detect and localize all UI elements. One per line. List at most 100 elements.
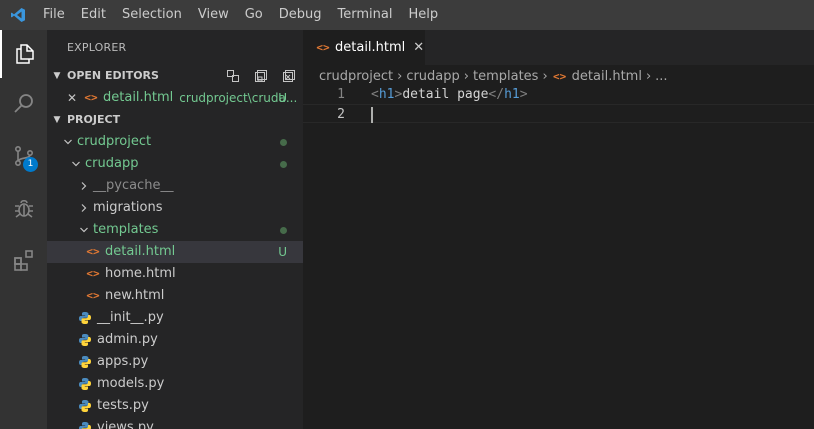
editor-tab-bar: <> detail.html ✕	[303, 30, 814, 65]
html-file-icon: <>	[86, 289, 100, 302]
menu-view[interactable]: View	[190, 0, 237, 30]
debug-icon[interactable]	[0, 184, 47, 232]
tree-file[interactable]: <> new.html	[47, 285, 303, 307]
project-label: PROJECT	[67, 113, 121, 126]
tree-item-label: new.html	[105, 288, 165, 303]
tree-file[interactable]: <> home.html	[47, 263, 303, 285]
tree-folder[interactable]: crudproject	[47, 131, 303, 153]
project-header[interactable]: ▼ PROJECT	[47, 109, 303, 131]
breadcrumb-item[interactable]: crudproject	[319, 69, 393, 84]
breadcrumb-item[interactable]: ...	[655, 69, 667, 84]
tree-file[interactable]: admin.py	[47, 329, 303, 351]
activity-bar: 1	[0, 30, 47, 429]
tree-item-label: views.py	[97, 420, 154, 429]
git-modified-dot	[280, 161, 287, 168]
python-file-icon	[77, 420, 93, 429]
code-editor[interactable]: 1 <h1>detail page</h1> 2	[303, 85, 814, 429]
python-file-icon	[77, 310, 93, 326]
extensions-icon[interactable]	[0, 236, 47, 284]
menu-debug[interactable]: Debug	[271, 0, 330, 30]
open-tag-name: h1	[378, 87, 395, 102]
tree-file[interactable]: __init__.py	[47, 307, 303, 329]
line-number: 2	[337, 107, 345, 122]
menu-selection[interactable]: Selection	[114, 0, 190, 30]
tree-item-label: apps.py	[97, 354, 149, 369]
scm-badge: 1	[23, 157, 38, 172]
chevron-down-icon: ▼	[53, 71, 61, 81]
search-icon[interactable]	[0, 80, 47, 128]
html-file-icon: <>	[86, 267, 100, 280]
line-content: <h1>detail page</h1>	[371, 87, 528, 102]
tree-item-label: migrations	[93, 200, 163, 215]
python-file-icon	[77, 354, 93, 370]
tree-item-label: models.py	[97, 376, 165, 391]
tree-item-label: admin.py	[97, 332, 158, 347]
tree-folder[interactable]: templates	[47, 219, 303, 241]
tree-file[interactable]: <> detail.html U	[47, 241, 303, 263]
breadcrumb: crudproject › crudapp › templates › <> d…	[303, 65, 814, 87]
menu-file[interactable]: File	[35, 0, 73, 30]
chevron-down-icon	[77, 219, 91, 241]
chevron-down-icon	[69, 153, 83, 175]
chevron-right-icon: ›	[463, 68, 469, 84]
tree-item-label: crudapp	[85, 156, 139, 171]
vscode-logo-icon	[0, 0, 35, 30]
python-file-icon	[77, 332, 93, 348]
tree-file[interactable]: models.py	[47, 373, 303, 395]
tab-detail-html[interactable]: <> detail.html ✕	[303, 30, 425, 65]
save-all-icon[interactable]	[253, 68, 269, 84]
tree-folder[interactable]: crudapp	[47, 153, 303, 175]
heading-text: detail page	[402, 87, 489, 102]
git-modified-dot	[280, 139, 287, 146]
chevron-down-icon	[61, 131, 75, 153]
chevron-right-icon	[77, 175, 91, 197]
git-modified-dot	[280, 227, 287, 234]
tree-item-label: detail.html	[105, 244, 176, 259]
code-line: 1 <h1>detail page</h1>	[303, 85, 814, 104]
tree-item-label: tests.py	[97, 398, 149, 413]
open-editors-label: OPEN EDITORS	[67, 69, 159, 82]
menu-go[interactable]: Go	[237, 0, 271, 30]
tab-label: detail.html	[335, 40, 406, 55]
menu-edit[interactable]: Edit	[73, 0, 114, 30]
tree-item-label: templates	[93, 222, 159, 237]
chevron-right-icon	[77, 197, 91, 219]
chevron-down-icon: ▼	[53, 115, 61, 125]
html-file-icon: <>	[84, 91, 98, 104]
menu-terminal[interactable]: Terminal	[330, 0, 401, 30]
source-control-icon[interactable]: 1	[0, 132, 47, 180]
close-icon[interactable]: ✕	[67, 87, 83, 109]
tree-folder[interactable]: __pycache__	[47, 175, 303, 197]
code-line-current: 2	[303, 104, 814, 123]
file-tree: crudproject crudapp __pycache__ migrations t…	[47, 131, 303, 429]
explorer-title: EXPLORER	[67, 41, 127, 54]
html-file-icon: <>	[553, 69, 567, 83]
untracked-status: U	[278, 245, 287, 259]
close-icon[interactable]: ✕	[413, 40, 424, 55]
menu-bar: File Edit Selection View Go Debug Terminal Help	[0, 0, 814, 30]
breadcrumb-item[interactable]: templates	[473, 69, 538, 84]
html-file-icon: <>	[316, 41, 330, 54]
breadcrumb-item[interactable]: crudapp	[406, 69, 459, 84]
explorer-sidebar: EXPLORER ▼ OPEN EDITORS ✕ <> detail.html…	[47, 30, 303, 429]
tree-file[interactable]: views.py	[47, 417, 303, 429]
tree-folder[interactable]: migrations	[47, 197, 303, 219]
open-editor-filename: detail.html	[103, 90, 174, 105]
tree-item-label: crudproject	[77, 134, 152, 149]
tree-file[interactable]: apps.py	[47, 351, 303, 373]
new-untitled-file-icon[interactable]	[225, 68, 241, 84]
tree-file[interactable]: tests.py	[47, 395, 303, 417]
explorer-icon[interactable]	[0, 30, 47, 78]
open-editors-header[interactable]: ▼ OPEN EDITORS	[47, 65, 303, 87]
chevron-right-icon: ›	[397, 68, 403, 84]
open-editor-item[interactable]: ✕ <> detail.html crudproject\cruda... U	[47, 87, 303, 109]
python-file-icon	[77, 376, 93, 392]
chevron-right-icon: ›	[645, 68, 652, 84]
breadcrumb-item[interactable]: detail.html	[572, 69, 642, 84]
menu-help[interactable]: Help	[400, 0, 446, 30]
text-cursor	[371, 107, 373, 123]
tree-item-label: home.html	[105, 266, 176, 281]
tree-item-label: __pycache__	[93, 178, 174, 193]
untracked-status: U	[278, 91, 287, 105]
close-all-editors-icon[interactable]	[281, 68, 297, 84]
